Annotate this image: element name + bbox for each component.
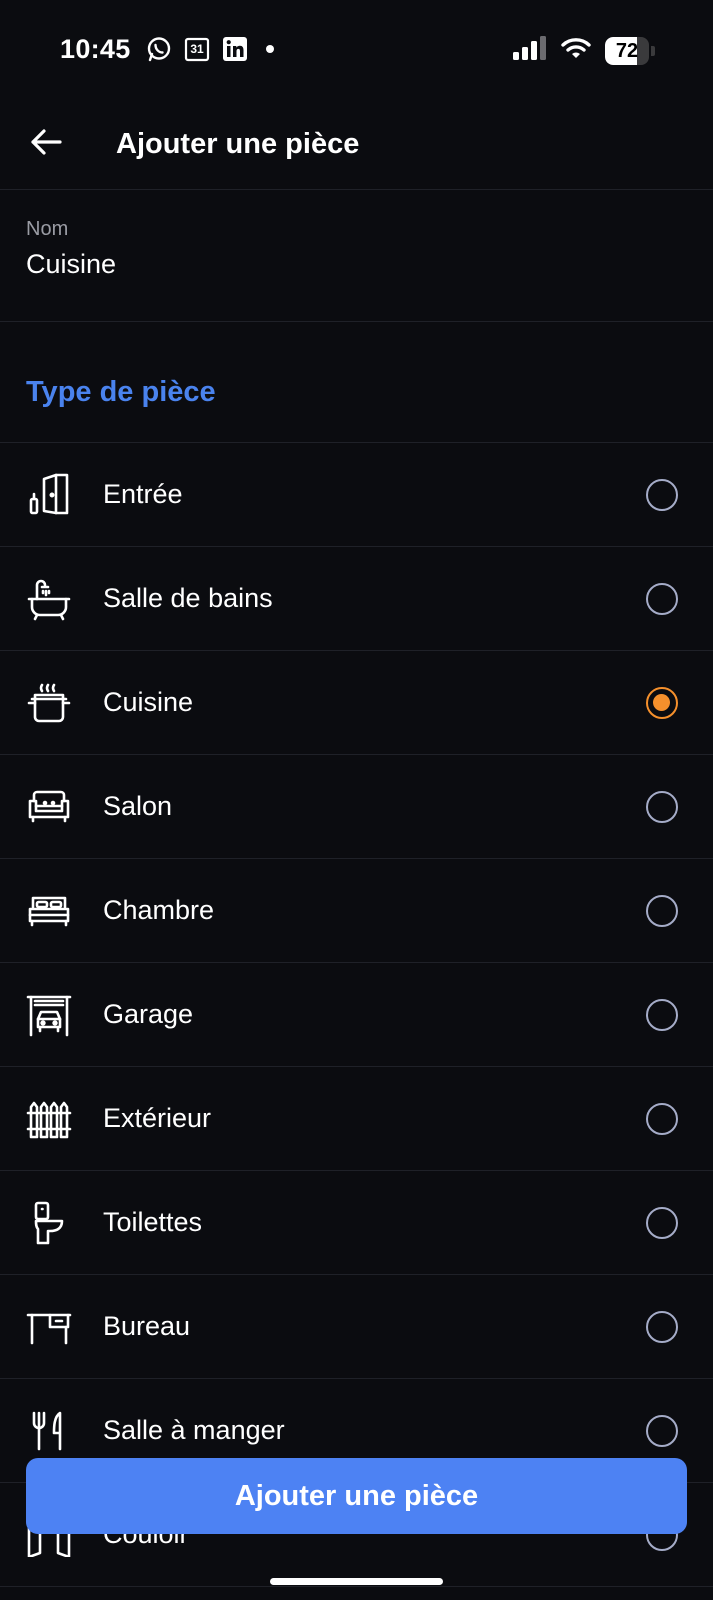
radio-button[interactable] [646, 791, 678, 823]
room-type-item[interactable]: Toilettes [0, 1171, 713, 1275]
bathtub-icon [26, 577, 72, 621]
battery-icon: 72 [605, 36, 655, 65]
room-type-label: Bureau [103, 1311, 191, 1341]
battery-percent: 72 [615, 39, 639, 62]
radio-button[interactable] [646, 583, 678, 615]
status-right: 72 [513, 36, 655, 65]
home-indicator[interactable] [270, 1578, 443, 1585]
name-field[interactable]: Nom Cuisine [0, 190, 713, 322]
bed-icon [26, 889, 72, 933]
room-type-item[interactable]: Cuisine [0, 651, 713, 755]
room-type-label: Chambre [103, 895, 215, 925]
room-type-label: Entrée [103, 479, 183, 509]
room-type-item[interactable]: Salon [0, 755, 713, 859]
room-type-item[interactable]: Extérieur [0, 1067, 713, 1171]
cellular-signal-icon [513, 36, 547, 65]
radio-button[interactable] [646, 479, 678, 511]
wifi-icon [561, 36, 591, 65]
arrow-left-icon [30, 128, 62, 161]
room-type-item[interactable]: Salle de bains [0, 547, 713, 651]
room-type-label: Cuisine [103, 687, 194, 717]
notification-dot [266, 45, 274, 53]
radio-button[interactable] [646, 1415, 678, 1447]
room-type-item[interactable]: Garage [0, 963, 713, 1067]
add-room-button[interactable]: Ajouter une pièce [26, 1458, 687, 1534]
room-type-label: Salon [103, 791, 173, 821]
status-bar: 10:45 31 72 [0, 0, 713, 100]
room-type-label: Salle à manger [103, 1415, 285, 1445]
garage-icon [26, 993, 72, 1037]
door-icon [26, 473, 72, 517]
name-label: Nom [26, 218, 69, 240]
calendar-icon: 31 [184, 36, 210, 62]
radio-button[interactable] [646, 895, 678, 927]
room-type-label: Salle de bains [103, 583, 273, 613]
toilet-icon [26, 1201, 72, 1245]
fork-knife-icon [26, 1409, 72, 1453]
sofa-icon [26, 785, 72, 829]
cooking-pot-icon [26, 681, 72, 725]
radio-button[interactable] [646, 1207, 678, 1239]
whatsapp-icon [146, 36, 172, 62]
radio-button-selected[interactable] [646, 687, 678, 719]
room-type-item[interactable]: Bureau [0, 1275, 713, 1379]
radio-button[interactable] [646, 1103, 678, 1135]
back-button[interactable] [24, 122, 68, 166]
room-type-list: Entrée Salle de bains Cuisine Salon Cham… [0, 442, 713, 1587]
room-type-section-title: Type de pièce [26, 376, 216, 408]
desk-icon [26, 1305, 72, 1349]
room-type-label: Garage [103, 999, 194, 1029]
status-time: 10:45 [60, 34, 131, 64]
name-input[interactable]: Cuisine [26, 249, 666, 280]
linkedin-icon [222, 36, 248, 62]
room-type-item[interactable]: Entrée [0, 443, 713, 547]
page-title: Ajouter une pièce [116, 128, 360, 160]
radio-button[interactable] [646, 999, 678, 1031]
radio-button[interactable] [646, 1311, 678, 1343]
room-type-label: Toilettes [103, 1207, 203, 1237]
status-app-icons: 31 [146, 36, 274, 62]
app-header: Ajouter une pièce [0, 100, 713, 190]
fence-icon [26, 1097, 72, 1141]
room-type-label: Extérieur [103, 1103, 212, 1133]
room-type-item[interactable]: Chambre [0, 859, 713, 963]
calendar-day: 31 [190, 42, 204, 56]
